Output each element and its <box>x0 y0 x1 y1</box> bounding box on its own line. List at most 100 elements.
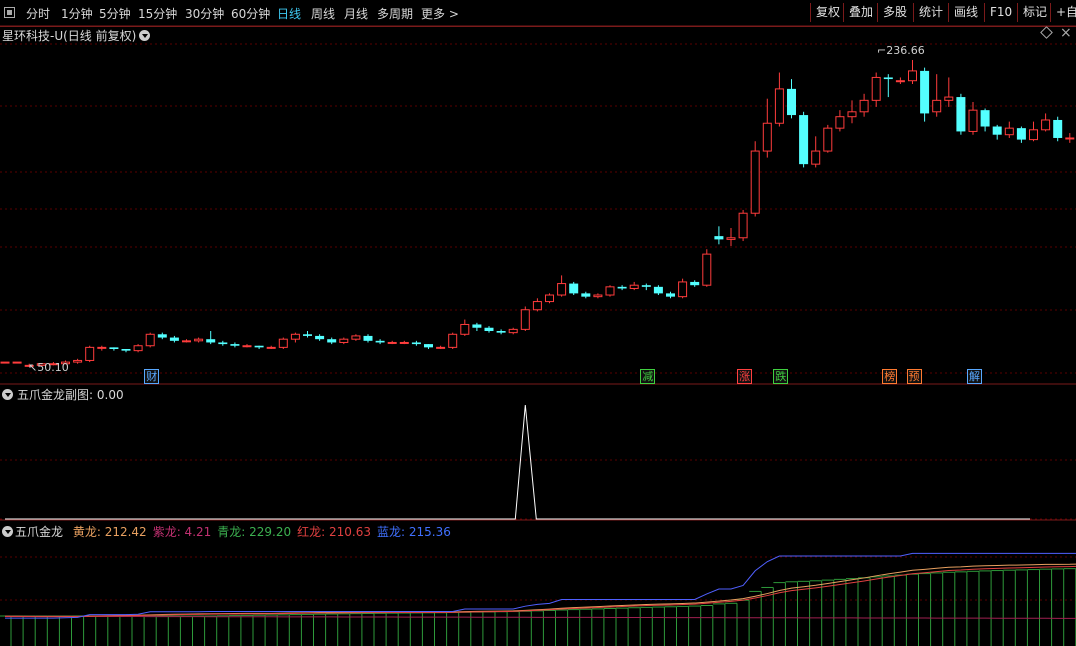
candle-body <box>956 97 966 132</box>
candle-body <box>133 345 143 352</box>
sub1-title: 五爪金龙副图: 0.00 <box>2 386 124 403</box>
candle-body <box>738 212 748 239</box>
candle-body <box>569 283 579 294</box>
candle-body <box>339 338 349 343</box>
candle-body <box>0 361 10 364</box>
candle-body <box>895 80 905 83</box>
candle-body <box>980 110 990 127</box>
chevron-down-icon[interactable] <box>2 389 13 400</box>
zilong-line <box>4 615 1076 619</box>
candle-body <box>593 294 603 298</box>
candle-body <box>690 281 700 286</box>
candle-body <box>266 346 276 349</box>
candle-body <box>1065 137 1075 140</box>
candle-body <box>847 111 857 118</box>
indicator-legend-item: 黄龙: 212.42 <box>72 525 147 539</box>
candle-body <box>1041 119 1051 131</box>
candle-body <box>823 127 833 152</box>
candle-body <box>387 341 397 344</box>
candle-body <box>278 338 288 348</box>
candle-body <box>97 346 107 349</box>
candle-body <box>436 346 446 349</box>
event-marker[interactable]: 解 <box>967 369 982 384</box>
candle-body <box>12 361 22 364</box>
candle-body <box>218 342 228 345</box>
kline-chart[interactable] <box>0 0 1076 646</box>
candle-body <box>859 99 869 113</box>
candle-body <box>811 150 821 165</box>
candle-body <box>460 323 470 335</box>
high-price-label: ⌐236.66 <box>877 44 925 57</box>
candle-body <box>73 359 83 363</box>
candle-body <box>121 349 131 351</box>
candle-body <box>1029 129 1038 141</box>
candle-body <box>399 341 409 344</box>
sub1-name: 五爪金龙副图 <box>17 388 90 402</box>
candle-body <box>484 327 494 332</box>
candle-body <box>411 342 421 345</box>
candle-body <box>605 286 615 296</box>
candle-body <box>726 237 736 240</box>
event-marker[interactable]: 跌 <box>773 369 789 384</box>
candle-body <box>871 76 881 101</box>
candle-body <box>653 286 663 294</box>
candle-body <box>327 339 337 343</box>
candle-body <box>351 335 361 340</box>
candle-body <box>557 283 567 296</box>
sub2-title: 五爪金龙 黄龙: 212.42 紫龙: 4.21 青龙: 229.20 红龙: 210… <box>2 523 463 540</box>
lanlong-line <box>5 552 1076 619</box>
candle-body <box>496 331 506 333</box>
event-marker[interactable]: 财 <box>144 369 160 384</box>
sub1-line <box>5 404 1030 520</box>
candle-body <box>678 281 688 298</box>
candle-body <box>702 253 712 286</box>
candle-body <box>920 70 930 114</box>
candle-body <box>169 337 179 341</box>
candle-body <box>666 293 675 297</box>
indicator-legend-item: 紫龙: 4.21 <box>152 525 212 539</box>
honglong-line <box>5 565 1076 618</box>
candle-body <box>629 284 639 289</box>
candle-body <box>774 88 784 124</box>
candle-body <box>375 340 385 343</box>
candle-body <box>254 345 264 348</box>
candle-body <box>992 126 1002 135</box>
candle-body <box>520 309 530 330</box>
candle-body <box>1004 127 1014 136</box>
huanglong-line <box>5 563 1076 617</box>
candle-body <box>750 150 760 214</box>
candle-body <box>532 301 542 311</box>
candle-body <box>932 99 942 113</box>
chevron-down-icon[interactable] <box>2 526 13 537</box>
candle-body <box>944 96 954 101</box>
sub2-name: 五爪金龙 <box>15 525 64 539</box>
candle-body <box>762 122 772 152</box>
candle-body <box>194 338 204 342</box>
candle-body <box>641 285 651 287</box>
indicator-legend-item: 蓝龙: 215.36 <box>377 525 451 539</box>
candle-body <box>835 116 845 129</box>
candle-body <box>883 77 893 80</box>
event-marker[interactable]: 减 <box>640 369 656 384</box>
indicator-legend-item: 红龙: 210.63 <box>297 525 371 539</box>
candle-body <box>799 115 809 165</box>
indicator-legend-item: 青龙: 229.20 <box>217 525 292 539</box>
candle-body <box>290 333 300 340</box>
candle-body <box>1053 119 1063 138</box>
candle-body <box>714 236 724 240</box>
candle-body <box>508 328 518 334</box>
candle-body <box>157 334 167 338</box>
candle-body <box>472 324 482 328</box>
candle-body <box>617 286 627 289</box>
event-marker[interactable]: 预 <box>906 369 922 384</box>
candle-body <box>206 339 216 343</box>
candle-body <box>315 335 325 340</box>
candle-body <box>968 109 978 132</box>
low-price-label: ↖50.10 <box>28 361 69 374</box>
event-marker[interactable]: 榜 <box>882 369 898 384</box>
candle-body <box>85 346 95 361</box>
candle-body <box>448 333 458 348</box>
candle-body <box>145 333 155 347</box>
candle-body <box>581 293 591 297</box>
event-marker[interactable]: 涨 <box>737 369 753 384</box>
